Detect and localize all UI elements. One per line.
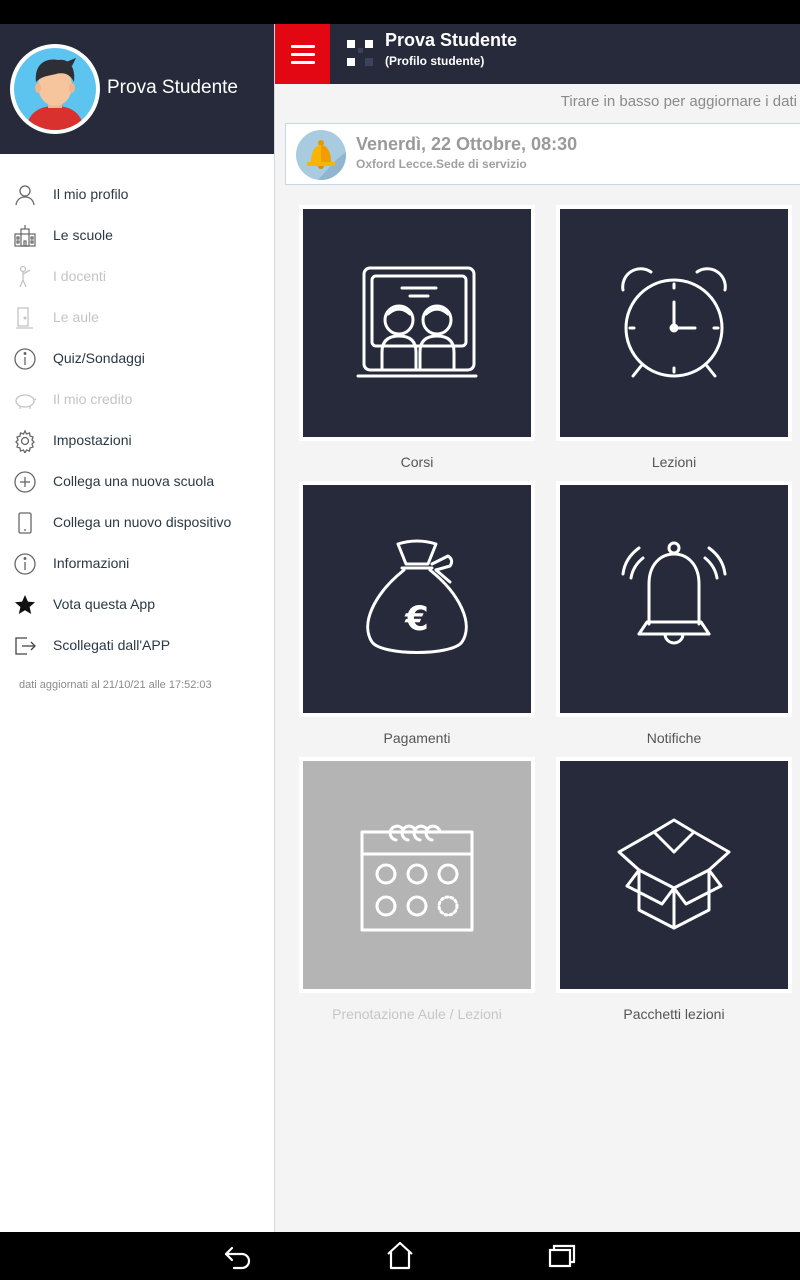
ringing-bell-icon bbox=[621, 541, 727, 645]
drawer-item-profilo[interactable]: Il mio profilo bbox=[0, 174, 274, 215]
tile-pagamenti[interactable]: € Pagamenti bbox=[299, 481, 535, 746]
page-title: Prova Studente bbox=[385, 30, 518, 50]
drawer-item-label: Quiz/Sondaggi bbox=[53, 350, 145, 366]
drawer-item-label: Collega una nuova scuola bbox=[53, 473, 215, 489]
tile-prenotazione[interactable]: Prenotazione Aule / Lezioni bbox=[299, 757, 535, 1022]
drawer-item-label: Scollegati dall'APP bbox=[53, 637, 171, 653]
tile-lezioni[interactable]: Lezioni bbox=[556, 205, 792, 470]
drawer-item-aule[interactable]: Le aule bbox=[0, 297, 274, 338]
drawer-item-label: Il mio profilo bbox=[53, 186, 129, 202]
tile-label: Notifiche bbox=[646, 730, 702, 746]
drawer-menu: Il mio profilo Le scuole I docenti Le au… bbox=[0, 174, 274, 666]
drawer-item-label: Vota questa App bbox=[53, 596, 155, 612]
gear-icon bbox=[15, 429, 35, 453]
user-avatar-icon bbox=[26, 58, 84, 130]
drawer-item-label: Impostazioni bbox=[53, 432, 132, 448]
hamburger-menu-icon[interactable] bbox=[275, 24, 330, 84]
piggy-bank-icon bbox=[15, 394, 37, 409]
app-screen: Prova Studente (Profilo studente) Tirare… bbox=[0, 0, 800, 1280]
tile-pacchetti[interactable]: Pacchetti lezioni bbox=[556, 757, 792, 1022]
top-app-bar: Prova Studente (Profilo studente) bbox=[275, 24, 800, 84]
info-circle-icon bbox=[14, 553, 36, 575]
system-nav-bar bbox=[0, 1232, 800, 1280]
drawer-item-label: I docenti bbox=[53, 268, 106, 284]
info-circle-icon bbox=[14, 348, 36, 370]
back-icon[interactable] bbox=[218, 1240, 258, 1272]
tile-label: Pacchetti lezioni bbox=[623, 1006, 725, 1022]
recent-apps-icon[interactable] bbox=[542, 1240, 582, 1272]
avatar[interactable] bbox=[10, 44, 100, 134]
last-update-text: dati aggiornati al 21/10/21 alle 17:52:0… bbox=[19, 679, 212, 691]
tile-label: Corsi bbox=[400, 454, 434, 470]
status-bar bbox=[0, 0, 800, 24]
notice-date: Venerdì, 22 Ottobre, 08:30 bbox=[356, 134, 578, 154]
home-icon[interactable] bbox=[380, 1240, 420, 1272]
app-logo-icon bbox=[347, 40, 373, 66]
classroom-door-icon bbox=[16, 307, 33, 329]
drawer-item-vota-app[interactable]: Vota questa App bbox=[0, 584, 274, 625]
refresh-hint: Tirare in basso per aggiornare i dati bbox=[560, 93, 797, 110]
smartphone-icon bbox=[18, 512, 32, 534]
drawer-item-collega-scuola[interactable]: Collega una nuova scuola bbox=[0, 461, 274, 502]
classroom-icon bbox=[356, 266, 478, 378]
drawer-item-label: Informazioni bbox=[53, 555, 130, 571]
notice-place: Oxford Lecce.Sede di servizio bbox=[356, 157, 527, 171]
drawer-item-scuole[interactable]: Le scuole bbox=[0, 215, 274, 256]
drawer-item-label: Il mio credito bbox=[53, 391, 133, 407]
plus-circle-icon bbox=[14, 471, 36, 493]
tile-label: Lezioni bbox=[651, 454, 697, 470]
drawer-item-label: Collega un nuovo dispositivo bbox=[53, 514, 232, 530]
svg-text:€: € bbox=[404, 599, 429, 639]
drawer-item-docenti[interactable]: I docenti bbox=[0, 256, 274, 297]
drawer-item-label: Le aule bbox=[53, 309, 99, 325]
drawer-item-quiz[interactable]: Quiz/Sondaggi bbox=[0, 338, 274, 379]
next-lesson-card[interactable]: Venerdì, 22 Ottobre, 08:30 Oxford Lecce.… bbox=[285, 123, 800, 185]
calendar-icon bbox=[360, 824, 474, 932]
alarm-clock-icon bbox=[621, 267, 727, 378]
drawer-user-name: Prova Studente bbox=[107, 77, 238, 98]
bell-icon bbox=[296, 130, 346, 180]
money-bag-icon: € bbox=[366, 539, 468, 654]
drawer-item-impostazioni[interactable]: Impostazioni bbox=[0, 420, 274, 461]
drawer-item-label: Le scuole bbox=[53, 227, 113, 243]
drawer-header: Prova Studente bbox=[0, 24, 274, 154]
tile-corsi[interactable]: Corsi bbox=[299, 205, 535, 470]
teacher-icon bbox=[19, 265, 31, 288]
user-icon bbox=[15, 185, 35, 206]
drawer-item-credito[interactable]: Il mio credito bbox=[0, 379, 274, 420]
school-building-icon bbox=[14, 225, 36, 247]
tile-label: Prenotazione Aule / Lezioni bbox=[332, 1006, 502, 1022]
drawer-item-scollegati[interactable]: Scollegati dall'APP bbox=[0, 625, 274, 666]
page-subtitle: (Profilo studente) bbox=[385, 54, 485, 68]
tile-label: Pagamenti bbox=[383, 730, 451, 746]
drawer-item-informazioni[interactable]: Informazioni bbox=[0, 543, 274, 584]
logout-icon bbox=[15, 637, 36, 655]
star-icon bbox=[15, 595, 35, 614]
tile-notifiche[interactable]: Notifiche bbox=[556, 481, 792, 746]
drawer-item-collega-dispositivo[interactable]: Collega un nuovo dispositivo bbox=[0, 502, 274, 543]
navigation-drawer: Prova Studente Il mio profilo Le scuole … bbox=[0, 24, 275, 1232]
package-box-icon bbox=[617, 818, 731, 930]
